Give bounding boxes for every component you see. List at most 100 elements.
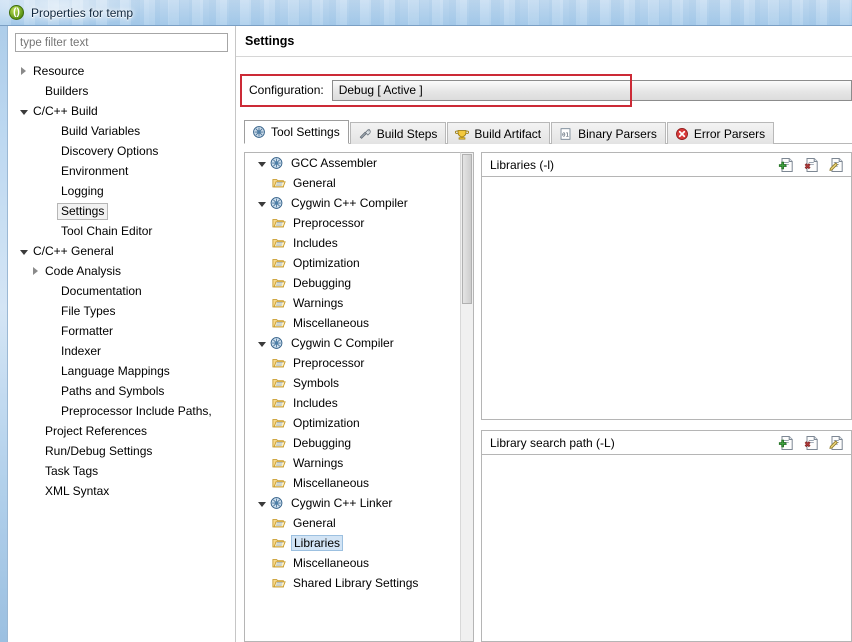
tool-tree-item-miscellaneous[interactable]: Miscellaneous [245,553,460,573]
delete-icon[interactable] [803,435,820,451]
sidebar-item-resource[interactable]: Resource [15,61,228,81]
chevron-down-icon[interactable] [255,501,269,507]
tool-tree-item-debugging[interactable]: Debugging [245,433,460,453]
tool-tree-item-general[interactable]: General [245,513,460,533]
tab-binary-parsers[interactable]: 01 Binary Parsers [551,122,666,144]
settings-nav-tree[interactable]: Resource Builders C/C++ Build Build Variabl… [15,61,228,642]
sidebar-item-settings[interactable]: Settings [15,201,228,221]
sidebar-item-label: Settings [57,202,109,220]
sidebar-item-label: Task Tags [45,464,99,478]
tab-build-artifact[interactable]: Build Artifact [447,122,551,144]
sidebar-item-tool-chain-editor[interactable]: Tool Chain Editor [15,221,228,241]
tab-strip[interactable]: Tool Settings Build Steps Build Artifact 01… [244,120,852,144]
chevron-down-icon[interactable] [17,249,30,255]
sidebar-item-label: Code Analysis [45,264,122,278]
tool-tree-label: Miscellaneous [293,316,370,330]
tool-tree-item-cygwin-c-linker[interactable]: Cygwin C++ Linker [245,493,460,513]
tool-tree-item-optimization[interactable]: Optimization [245,253,460,273]
chevron-down-icon[interactable] [255,161,269,167]
add-icon[interactable] [778,157,795,173]
folder-icon [271,376,287,390]
sidebar-item-c-c-build[interactable]: C/C++ Build [15,101,228,121]
tool-tree-scrollbar[interactable] [460,152,474,642]
tab-error-parsers[interactable]: Error Parsers [666,122,775,144]
sidebar-item-project-references[interactable]: Project References [15,421,228,441]
tool-tree-item-warnings[interactable]: Warnings [245,293,460,313]
window-titlebar[interactable]: () Properties for temp [0,0,852,26]
sidebar-item-build-variables[interactable]: Build Variables [15,121,228,141]
configuration-combobox[interactable]: Debug [ Active ] [331,79,852,101]
chevron-down-icon[interactable] [255,341,269,347]
folder-icon [271,436,287,450]
tool-tree-item-cygwin-c-compiler[interactable]: Cygwin C Compiler [245,333,460,353]
svg-text:01: 01 [562,132,569,138]
tool-tree-item-gcc-assembler[interactable]: GCC Assembler [245,153,460,173]
sidebar-item-label: XML Syntax [45,484,110,498]
field-list[interactable] [481,454,852,642]
tool-tree-label: Symbols [293,376,340,390]
tab-build-steps[interactable]: Build Steps [349,122,447,144]
tool-tree-item-includes[interactable]: Includes [245,393,460,413]
tool-tree-label: Warnings [293,456,344,470]
sidebar-item-code-analysis[interactable]: Code Analysis [15,261,228,281]
sidebar-item-label: Formatter [61,324,114,338]
project-properties-icon: () [9,5,24,20]
tool-tree-item-libraries[interactable]: Libraries [245,533,460,553]
tool-tree-item-preprocessor[interactable]: Preprocessor [245,353,460,373]
properties-dialog-window: () Properties for temp Resource Builders C… [0,0,852,642]
sidebar-item-xml-syntax[interactable]: XML Syntax [15,481,228,501]
tool-tree-item-cygwin-c-compiler[interactable]: Cygwin C++ Compiler [245,193,460,213]
edit-icon[interactable] [828,435,845,451]
filter-input[interactable] [15,33,228,52]
sidebar-item-formatter[interactable]: Formatter [15,321,228,341]
tab-label: Binary Parsers [578,126,657,141]
tool-tree-item-warnings[interactable]: Warnings [245,453,460,473]
tool-tree-label: Includes [293,236,338,250]
sidebar-item-label: Preprocessor Include Paths, [61,404,212,418]
sidebar-item-language-mappings[interactable]: Language Mappings [15,361,228,381]
sidebar-item-file-types[interactable]: File Types [15,301,228,321]
tool-icon [269,156,285,170]
tool-tree-item-optimization[interactable]: Optimization [245,413,460,433]
tool-tree-item-symbols[interactable]: Symbols [245,373,460,393]
sidebar-item-label: Tool Chain Editor [61,224,153,238]
sidebar-item-documentation[interactable]: Documentation [15,281,228,301]
tool-tree-item-general[interactable]: General [245,173,460,193]
chevron-right-icon[interactable] [29,267,42,275]
sidebar-item-label: Build Variables [61,124,141,138]
tool-tree-item-includes[interactable]: Includes [245,233,460,253]
add-icon[interactable] [778,435,795,451]
tool-tree-label: Optimization [293,256,360,270]
tool-settings-icon [252,125,266,139]
sidebar-item-indexer[interactable]: Indexer [15,341,228,361]
tool-tree-item-miscellaneous[interactable]: Miscellaneous [245,313,460,333]
field-list[interactable] [481,176,852,420]
sidebar-item-logging[interactable]: Logging [15,181,228,201]
tab-tool-settings[interactable]: Tool Settings [244,120,349,144]
sidebar-item-task-tags[interactable]: Task Tags [15,461,228,481]
tool-tree-item-debugging[interactable]: Debugging [245,273,460,293]
chevron-down-icon[interactable] [255,201,269,207]
tool-tree-label: Debugging [293,436,352,450]
sidebar-item-environment[interactable]: Environment [15,161,228,181]
tool-tree[interactable]: GCC Assembler General Cygwin C++ Compiler P… [244,152,460,642]
tool-tree-item-preprocessor[interactable]: Preprocessor [245,213,460,233]
tool-tree-label: Miscellaneous [293,476,370,490]
tool-tree-item-shared-library-settings[interactable]: Shared Library Settings [245,573,460,593]
folder-icon [271,576,287,590]
tool-tree-item-miscellaneous[interactable]: Miscellaneous [245,473,460,493]
sidebar-item-c-c-general[interactable]: C/C++ General [15,241,228,261]
sidebar-item-run-debug-settings[interactable]: Run/Debug Settings [15,441,228,461]
sidebar-item-paths-and-symbols[interactable]: Paths and Symbols [15,381,228,401]
folder-icon [271,416,287,430]
chevron-right-icon[interactable] [17,67,30,75]
edit-icon[interactable] [828,157,845,173]
sidebar-item-label: Builders [45,84,89,98]
sidebar-item-label: C/C++ General [33,244,114,258]
sidebar-item-builders[interactable]: Builders [15,81,228,101]
sidebar-item-preprocessor-include-paths[interactable]: Preprocessor Include Paths, [15,401,228,421]
scrollbar-thumb[interactable] [462,154,472,304]
chevron-down-icon[interactable] [17,109,30,115]
delete-icon[interactable] [803,157,820,173]
sidebar-item-discovery-options[interactable]: Discovery Options [15,141,228,161]
